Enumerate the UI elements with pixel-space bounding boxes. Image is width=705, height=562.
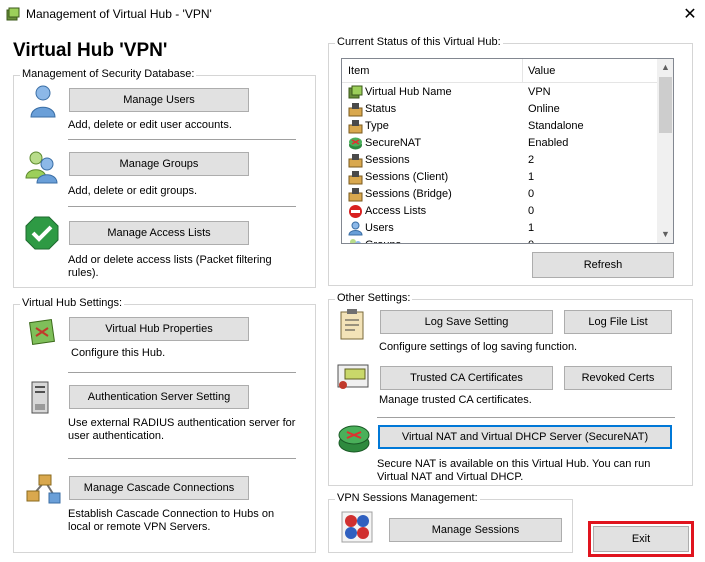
vpn-sessions-label: VPN Sessions Management: (335, 492, 480, 504)
table-row[interactable]: Sessions (Client) 1 (342, 169, 657, 186)
row-value: VPN (528, 86, 551, 98)
table-row[interactable]: Type Standalone (342, 118, 657, 135)
row-value: 0 (528, 237, 534, 243)
sessions-icon (348, 153, 363, 168)
sessions-icon (348, 187, 363, 202)
hub-icon (348, 85, 363, 100)
hub-properties-icon (29, 319, 55, 345)
manage-cascade-button[interactable]: Manage Cascade Connections (69, 476, 249, 500)
table-row[interactable]: Groups 0 (342, 237, 657, 243)
auth-server-desc: Use external RADIUS authentication serve… (68, 417, 296, 442)
list-header: Item Value (342, 59, 657, 83)
ca-desc: Manage trusted CA certificates. (379, 394, 532, 406)
row-value: 1 (528, 222, 535, 234)
close-icon[interactable]: ✕ (676, 3, 704, 27)
manage-users-desc: Add, delete or edit user accounts. (68, 119, 232, 131)
list-rows: Virtual Hub Name VPN Status Online Type Stand… (342, 84, 657, 243)
table-row[interactable]: Virtual Hub Name VPN (342, 84, 657, 101)
row-value: Online (528, 103, 560, 115)
securenat-icon (348, 136, 363, 151)
hub-properties-button[interactable]: Virtual Hub Properties (69, 317, 249, 341)
hub-properties-desc: Configure this Hub. (71, 347, 166, 359)
row-item: Type (365, 120, 389, 132)
sessions-icon (348, 170, 363, 185)
row-item: Groups (365, 237, 401, 243)
sessions-icon (341, 511, 373, 543)
group-icon (25, 151, 58, 184)
column-header-item[interactable]: Item (348, 65, 369, 77)
server-icon (31, 381, 49, 414)
row-item: Status (365, 103, 397, 115)
divider (68, 372, 296, 373)
refresh-button[interactable]: Refresh (532, 252, 674, 278)
row-item: Access Lists (365, 205, 427, 217)
revoked-certs-button[interactable]: Revoked Certs (564, 366, 672, 390)
table-row[interactable]: Status Online (342, 101, 657, 118)
row-value: 0 (528, 188, 535, 200)
scroll-down-icon[interactable]: ▼ (657, 226, 673, 243)
user-icon (30, 85, 56, 118)
user-icon (348, 221, 363, 236)
hub-settings-label: Virtual Hub Settings: (20, 297, 125, 309)
cascade-desc: Establish Cascade Connection to Hubs on … (68, 508, 275, 533)
table-row[interactable]: SecureNAT Enabled (342, 135, 657, 152)
securenat-button[interactable]: Virtual NAT and Virtual DHCP Server (Sec… (378, 425, 672, 449)
log-file-list-button[interactable]: Log File List (564, 310, 672, 334)
column-header-value[interactable]: Value (528, 65, 555, 77)
title-bar: Management of Virtual Hub - 'VPN' ✕ (0, 0, 705, 30)
manage-groups-desc: Add, delete or edit groups. (68, 185, 198, 197)
securenat-router-icon (338, 425, 370, 453)
row-value: 0 (528, 205, 535, 217)
table-row[interactable]: Users 1 (342, 220, 657, 237)
group-icon (348, 238, 363, 243)
trusted-ca-button[interactable]: Trusted CA Certificates (380, 366, 553, 390)
vertical-scrollbar[interactable]: ▲ ▼ (657, 59, 673, 243)
divider (68, 139, 296, 140)
manage-sessions-button[interactable]: Manage Sessions (389, 518, 562, 542)
status-label: Current Status of this Virtual Hub: (335, 36, 503, 48)
row-value: Enabled (528, 137, 569, 149)
row-value: Standalone (528, 120, 584, 132)
app-icon (6, 7, 20, 21)
status-icon (348, 102, 363, 117)
row-item: Sessions (365, 154, 410, 166)
page-title: Virtual Hub 'VPN' (13, 40, 168, 61)
certificate-icon (337, 364, 369, 389)
access-list-icon (348, 204, 363, 219)
manage-users-button[interactable]: Manage Users (69, 88, 249, 112)
window-title: Management of Virtual Hub - 'VPN' (26, 7, 212, 21)
auth-server-button[interactable]: Authentication Server Setting (69, 385, 249, 409)
manage-access-lists-button[interactable]: Manage Access Lists (69, 221, 249, 245)
log-desc: Configure settings of log saving functio… (379, 341, 578, 353)
row-value: 1 (528, 171, 535, 183)
exit-button[interactable]: Exit (593, 526, 689, 552)
other-settings-label: Other Settings: (335, 292, 413, 304)
status-list[interactable]: Item Value Virtual Hub Name VPN Status Onli… (341, 58, 674, 244)
access-lists-desc: Add or delete access lists (Packet filte… (68, 254, 272, 279)
securenat-desc: Secure NAT is available on this Virtual … (377, 458, 651, 483)
table-row[interactable]: Access Lists 0 (342, 203, 657, 220)
column-separator[interactable] (522, 59, 523, 83)
manage-groups-button[interactable]: Manage Groups (69, 152, 249, 176)
cascade-icon (26, 474, 61, 504)
row-item: Virtual Hub Name (365, 86, 452, 98)
divider (377, 417, 675, 418)
row-item: Users (365, 222, 394, 234)
log-clipboard-icon (340, 309, 364, 340)
row-item: Sessions (Client) (365, 171, 449, 183)
divider (68, 206, 296, 207)
type-icon (348, 119, 363, 134)
scroll-thumb[interactable] (659, 77, 672, 133)
access-list-shield-icon (25, 216, 59, 250)
row-item: Sessions (Bridge) (365, 188, 452, 200)
table-row[interactable]: Sessions (Bridge) 0 (342, 186, 657, 203)
row-item: SecureNAT (365, 137, 422, 149)
row-value: 2 (528, 154, 535, 166)
log-save-setting-button[interactable]: Log Save Setting (380, 310, 553, 334)
scroll-up-icon[interactable]: ▲ (657, 59, 673, 76)
table-row[interactable]: Sessions 2 (342, 152, 657, 169)
security-database-label: Management of Security Database: (20, 68, 197, 80)
divider (68, 458, 296, 459)
